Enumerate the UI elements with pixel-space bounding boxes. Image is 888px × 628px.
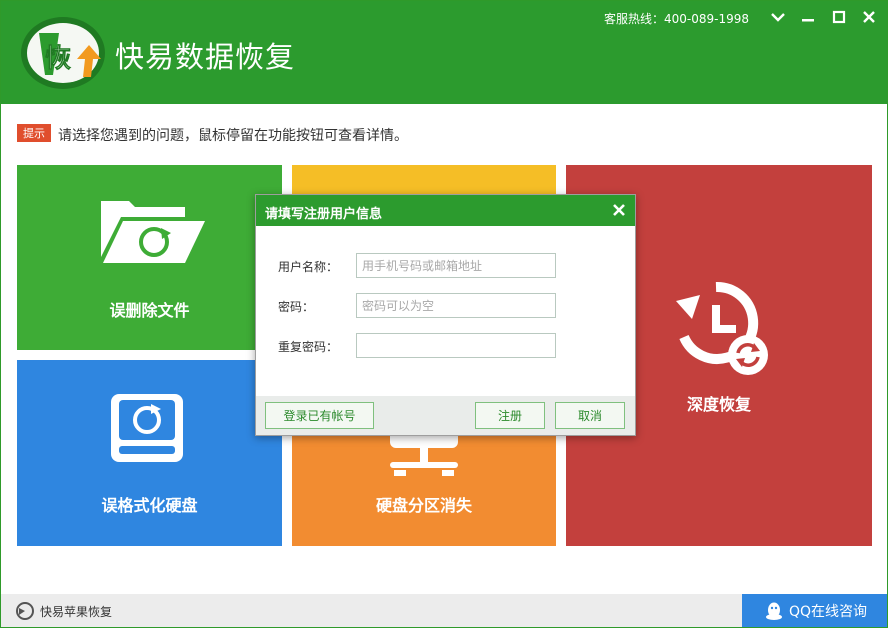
apple-recovery-label[interactable]: 快易苹果恢复 [40, 603, 112, 620]
maximize-button[interactable] [828, 7, 850, 27]
qq-consult-label: QQ在线咨询 [789, 603, 868, 620]
maximize-icon [832, 10, 846, 24]
password-label: 密码： [278, 300, 315, 314]
clock-history-icon [676, 281, 768, 375]
tile-formatted-disk-label: 误格式化硬盘 [101, 496, 198, 515]
dropdown-button[interactable] [767, 7, 789, 27]
register-button[interactable]: 注册 [475, 402, 545, 429]
tip-text: 请选择您遇到的问题，鼠标停留在功能按钮可查看详情。 [58, 128, 408, 144]
confirm-password-input[interactable] [356, 333, 556, 358]
app-title: 快易数据恢复 [115, 40, 296, 74]
qq-consult-button[interactable]: QQ在线咨询 [742, 594, 887, 627]
title-bar: 恢 快易数据恢复 客服热线：400-089-1998 [1, 1, 887, 104]
login-existing-button[interactable]: 登录已有帐号 [265, 402, 374, 429]
chevron-down-icon [771, 13, 785, 22]
tile-formatted-disk[interactable]: 误格式化硬盘 [17, 360, 282, 546]
hotline-text: 客服热线：400-089-1998 [604, 12, 750, 26]
dialog-close-icon[interactable] [611, 202, 627, 218]
disk-refresh-icon [111, 394, 183, 462]
dialog-title: 请填写注册用户信息 [265, 207, 383, 222]
close-button[interactable] [858, 7, 880, 27]
close-icon [863, 11, 875, 23]
register-dialog: 请填写注册用户信息 用户名称： 密码： 重复密码： 登录已有帐号 注册 取消 [255, 194, 636, 436]
app-logo-icon: 恢 [21, 17, 105, 89]
confirm-password-label: 重复密码： [278, 340, 339, 354]
password-input[interactable] [356, 293, 556, 318]
tile-deleted-files-label: 误删除文件 [109, 301, 190, 320]
qq-penguin-icon [766, 602, 782, 620]
apple-recovery-icon [16, 602, 34, 620]
dialog-header: 请填写注册用户信息 [256, 195, 635, 226]
dialog-footer: 登录已有帐号 注册 取消 [256, 396, 635, 435]
svg-text:恢: 恢 [45, 44, 71, 74]
folder-refresh-icon [101, 201, 205, 263]
username-input[interactable] [356, 253, 556, 278]
main-window: 恢 快易数据恢复 客服热线：400-089-1998 提示 请选择您遇到的问题，… [0, 0, 888, 628]
username-label: 用户名称： [278, 260, 339, 274]
tip-badge: 提示 [17, 124, 51, 142]
footer-bar: 快易苹果恢复 QQ在线咨询 [1, 594, 887, 627]
minimize-button[interactable] [797, 7, 819, 27]
cancel-button[interactable]: 取消 [555, 402, 625, 429]
tile-deleted-files[interactable]: 误删除文件 [17, 165, 282, 350]
minimize-icon [802, 19, 814, 22]
tile-partition-lost-label: 硬盘分区消失 [375, 496, 472, 515]
